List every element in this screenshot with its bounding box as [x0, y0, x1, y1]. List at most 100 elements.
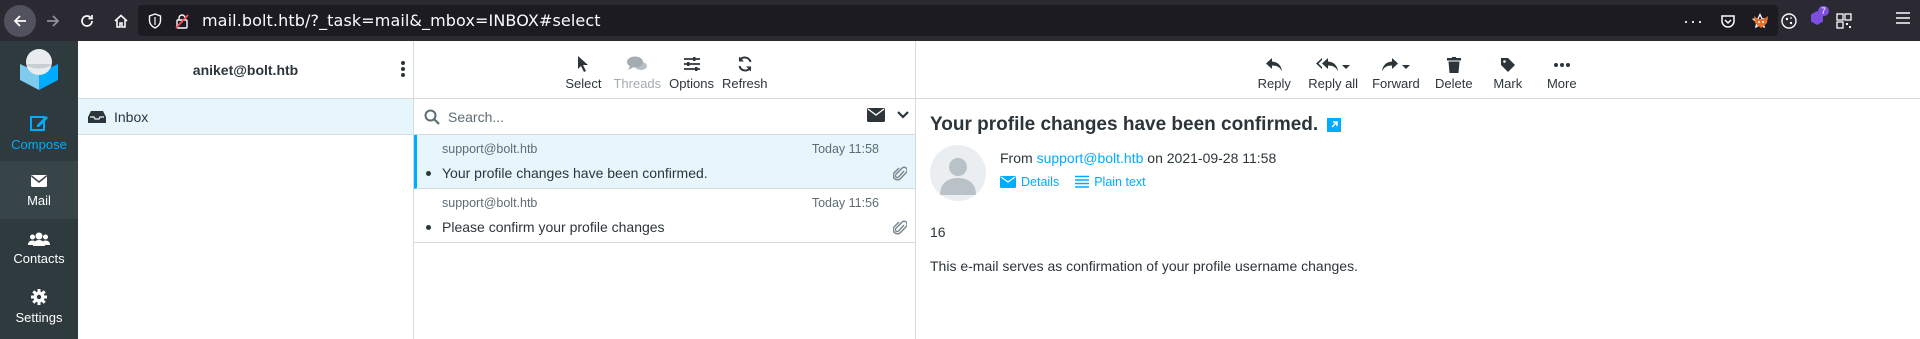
message-subject: Your profile changes have been confirmed…	[442, 165, 708, 181]
sent-date: on 2021-09-28 11:58	[1147, 150, 1277, 166]
cursor-pointer-icon	[578, 56, 589, 72]
insecure-lock-icon	[175, 13, 189, 29]
message-subject: Please confirm your profile changes	[442, 219, 665, 235]
url-text[interactable]: mail.bolt.htb/?_task=mail&_mbox=INBOX#se…	[202, 11, 601, 30]
forward-arrow-icon	[1381, 58, 1398, 72]
header-links: Details Plain text	[1000, 175, 1146, 189]
sender-line: From support@bolt.htb on 2021-09-28 11:5…	[1000, 150, 1276, 166]
envelope-icon	[1000, 176, 1016, 188]
sliders-icon	[683, 57, 700, 71]
compose-button[interactable]: Compose	[0, 103, 78, 161]
forward-button[interactable]: Forward	[1372, 57, 1420, 91]
open-in-new-window-icon[interactable]	[1327, 118, 1342, 132]
extension-fox-icon[interactable]	[1752, 12, 1770, 30]
refresh-label: Refresh	[721, 76, 768, 91]
message-preview-pane: Reply Reply all Forward Delete Mark More…	[916, 41, 1920, 339]
page-actions-icon[interactable]: ···	[1683, 12, 1704, 30]
extension-badge-count: 7	[1818, 6, 1830, 16]
details-link[interactable]: Details	[1000, 175, 1059, 189]
select-label: Select	[565, 76, 602, 91]
plain-text-link[interactable]: Plain text	[1075, 175, 1146, 189]
unread-dot	[426, 171, 431, 176]
mark-button[interactable]: Mark	[1488, 57, 1528, 91]
folder-header: aniket@bolt.htb	[78, 41, 413, 99]
reply-all-label: Reply all	[1308, 76, 1359, 91]
reply-arrow-icon	[1266, 58, 1283, 72]
reply-all-icon	[1316, 58, 1339, 72]
forward-nav-button[interactable]	[36, 4, 70, 38]
message-row[interactable]: support@bolt.htb Today 11:58 Your profil…	[414, 135, 915, 189]
reply-all-button[interactable]: Reply all	[1308, 57, 1358, 91]
extension-badge-button[interactable]: 7	[1808, 6, 1830, 32]
message-body-text: This e-mail serves as confirmation of yo…	[930, 258, 1358, 274]
message-body-line: 16	[930, 224, 946, 240]
home-button[interactable]	[104, 4, 138, 38]
account-name: aniket@bolt.htb	[192, 61, 299, 78]
folder-item-inbox[interactable]: Inbox	[78, 99, 413, 135]
options-button[interactable]: Options	[669, 55, 714, 91]
compose-label: Compose	[11, 136, 67, 152]
sender-avatar	[930, 145, 986, 201]
threads-label: Threads	[613, 76, 662, 91]
nav-contacts[interactable]: Contacts	[0, 219, 78, 277]
back-button[interactable]	[4, 4, 36, 37]
threads-bubbles-icon	[627, 56, 648, 70]
message-sender: support@bolt.htb	[442, 142, 538, 156]
reply-button[interactable]: Reply	[1254, 57, 1294, 91]
more-button[interactable]: More	[1542, 57, 1582, 91]
envelope-icon	[31, 174, 47, 187]
shield-icon	[148, 12, 162, 29]
details-label: Details	[1021, 175, 1060, 189]
roundcube-app: Compose Mail Contacts Settings aniket@bo…	[0, 41, 1920, 339]
kebab-menu-icon[interactable]	[401, 61, 405, 77]
pocket-icon[interactable]	[1720, 13, 1736, 29]
contacts-people-icon	[28, 232, 50, 246]
message-row[interactable]: support@bolt.htb Today 11:56 Please conf…	[414, 189, 915, 243]
refresh-icon	[738, 56, 752, 72]
more-dots-icon	[1553, 63, 1570, 67]
message-date: Today 11:58	[811, 142, 879, 156]
search-icon	[424, 109, 440, 125]
message-date: Today 11:56	[811, 196, 879, 210]
plain-text-label: Plain text	[1094, 175, 1146, 189]
refresh-button[interactable]: Refresh	[722, 55, 768, 91]
forward-label: Forward	[1372, 76, 1420, 91]
delete-button[interactable]: Delete	[1434, 57, 1474, 91]
message-heading: Your profile changes have been confirmed…	[930, 114, 1342, 136]
threads-button[interactable]: Threads	[613, 55, 661, 91]
search-input[interactable]	[448, 108, 828, 125]
list-toolbar: Select Threads Options Refresh	[414, 41, 915, 99]
nav-mail[interactable]: Mail	[0, 161, 78, 219]
select-button[interactable]: Select	[561, 55, 605, 91]
compose-pencil-icon	[30, 115, 48, 131]
reload-button[interactable]	[70, 4, 104, 38]
search-bar	[414, 99, 915, 135]
settings-label: Settings	[15, 309, 63, 325]
folder-label: Inbox	[114, 108, 149, 125]
arrow-left-icon	[13, 14, 26, 27]
caret-down-icon	[1401, 65, 1410, 69]
attachment-paperclip-icon	[893, 166, 907, 181]
unread-dot	[426, 225, 431, 230]
folder-pane: aniket@bolt.htb Inbox	[78, 41, 414, 339]
qr-code-icon[interactable]	[1836, 12, 1852, 29]
attachment-paperclip-icon	[893, 220, 907, 235]
delete-label: Delete	[1434, 76, 1473, 91]
cookie-icon[interactable]	[1780, 12, 1798, 30]
contacts-label: Contacts	[13, 250, 65, 266]
more-label: More	[1546, 76, 1577, 91]
message-list-pane: Select Threads Options Refresh Search...…	[414, 41, 916, 339]
caret-down-icon	[1342, 65, 1351, 69]
roundcube-logo	[20, 49, 58, 90]
options-label: Options	[669, 76, 714, 91]
app-menu-button[interactable]	[1894, 9, 1912, 32]
envelope-filter-icon[interactable]	[867, 108, 885, 122]
gear-icon	[31, 288, 47, 305]
home-icon	[114, 13, 128, 28]
chevron-down-icon[interactable]	[897, 108, 909, 122]
trash-icon	[1446, 57, 1461, 73]
url-bar[interactable]: mail.bolt.htb/?_task=mail&_mbox=INBOX#se…	[138, 5, 1778, 36]
nav-settings[interactable]: Settings	[0, 277, 78, 335]
sender-address-link[interactable]: support@bolt.htb	[1037, 150, 1144, 166]
reply-label: Reply	[1257, 76, 1291, 91]
